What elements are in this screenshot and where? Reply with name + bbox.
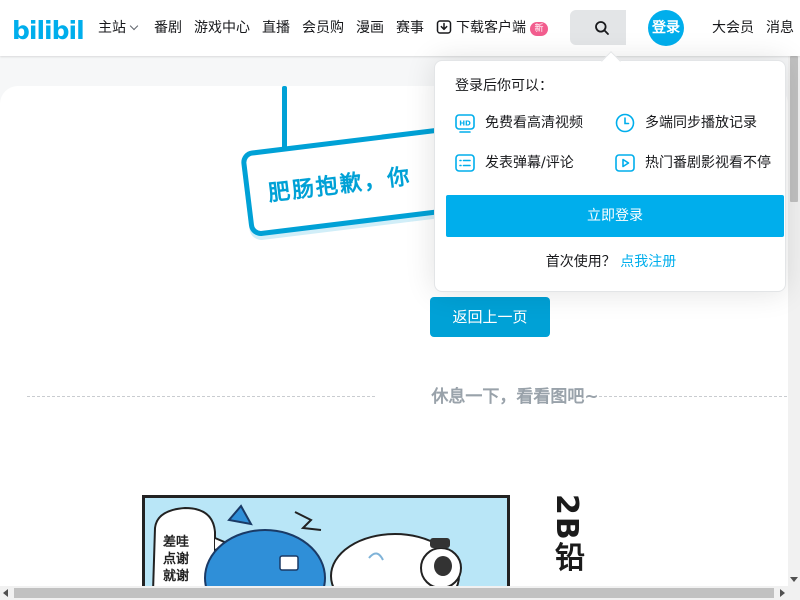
nav-vip[interactable]: 大会员 — [712, 0, 754, 56]
perk-sync-label: 多端同步播放记录 — [645, 115, 757, 131]
register-link[interactable]: 点我注册 — [620, 254, 676, 270]
register-prompt: 首次使用？ 点我注册 — [435, 251, 787, 271]
download-label: 下载客户端 — [456, 20, 526, 36]
play-icon — [615, 154, 635, 172]
search-icon — [595, 20, 609, 35]
nav-download-client[interactable]: 下载客户端新 — [436, 0, 548, 56]
divider-line-left — [27, 396, 375, 397]
scroll-down-arrow-icon[interactable] — [790, 577, 798, 582]
first-use-text: 首次使用？ — [545, 254, 616, 270]
clock-icon — [615, 113, 635, 133]
rest-caption: 休息一下，看看图吧~ — [431, 387, 599, 407]
svg-text:HD: HD — [459, 120, 471, 128]
top-header: bilibili 主站 番剧 游戏中心 直播 会员购 漫画 赛事 下载客户端新 … — [0, 0, 800, 56]
comic-bubble-line-1: 差哇 — [163, 534, 189, 550]
nav-live[interactable]: 直播 — [262, 0, 290, 56]
nav-main-site[interactable]: 主站 — [98, 0, 139, 56]
hd-icon: HD — [455, 114, 475, 133]
comic-side-text: 2B铅 — [549, 494, 584, 574]
chevron-down-icon — [129, 21, 139, 31]
nav-anime[interactable]: 番剧 — [154, 0, 182, 56]
rest-divider: 休息一下，看看图吧~ — [27, 385, 787, 409]
nav-esports[interactable]: 赛事 — [396, 0, 424, 56]
scroll-left-arrow-icon[interactable] — [3, 589, 8, 597]
perk-danmaku-label: 发表弹幕/评论 — [485, 155, 574, 171]
horizontal-scroll-thumb[interactable] — [14, 588, 774, 598]
nav-main-site-label: 主站 — [98, 20, 126, 36]
vertical-scrollbar[interactable] — [788, 56, 800, 586]
comic-bubble-line-3: 就谢 — [163, 568, 189, 584]
nav-game-center[interactable]: 游戏中心 — [194, 0, 250, 56]
download-icon — [436, 20, 452, 34]
bilibili-logo[interactable]: bilibili — [12, 13, 84, 45]
vertical-scroll-thumb[interactable] — [790, 56, 798, 202]
popup-title: 登录后你可以： — [455, 78, 553, 94]
login-now-button[interactable]: 立即登录 — [446, 195, 784, 237]
nav-manga[interactable]: 漫画 — [356, 0, 384, 56]
divider-line-right — [599, 396, 787, 397]
list-icon — [455, 154, 475, 172]
login-popup: 登录后你可以： HD 免费看高清视频 多端同步播放记录 发表弹幕/评论 热门番剧… — [434, 60, 786, 292]
nav-mall[interactable]: 会员购 — [302, 0, 344, 56]
scroll-right-arrow-icon[interactable] — [780, 589, 785, 597]
error-sign-text: 肥肠抱歉，你 — [266, 164, 413, 207]
comic-bubble-line-2: 点谢 — [163, 551, 189, 567]
back-button[interactable]: 返回上一页 — [430, 297, 550, 337]
logo-text: bilibili — [12, 16, 84, 45]
perk-anime-label: 热门番剧影视看不停 — [645, 155, 771, 171]
horizontal-scrollbar[interactable] — [0, 586, 800, 600]
login-button[interactable]: 登录 — [648, 10, 684, 46]
comic-side-caption: 2B铅 — [548, 494, 588, 586]
perk-hd-label: 免费看高清视频 — [485, 115, 583, 131]
search-button[interactable] — [578, 10, 626, 45]
nav-messages[interactable]: 消息 — [766, 0, 794, 56]
comic-image: 差哇 点谢 就谢 — [142, 495, 510, 595]
comic-illustration: 差哇 点谢 就谢 — [145, 498, 507, 592]
new-badge: 新 — [530, 22, 548, 36]
